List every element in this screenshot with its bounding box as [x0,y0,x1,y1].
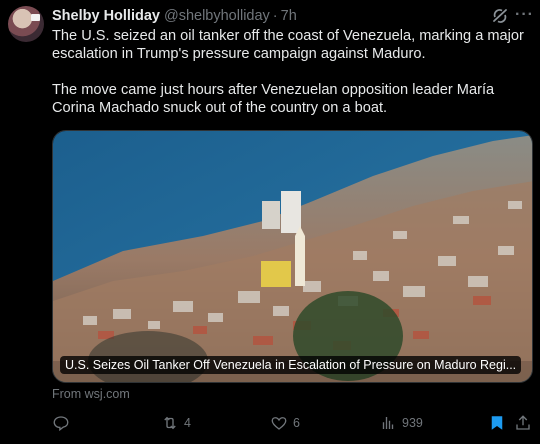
bookmark-icon [491,416,503,430]
reply-icon [53,416,69,432]
tweet-header: Shelby Holliday @shelbyholliday · 7h [52,7,297,25]
like-count: 6 [293,416,300,430]
views-icon [382,417,394,429]
more-icon[interactable]: ··· [515,6,535,26]
share-icon [516,415,530,430]
bookmark-button[interactable] [488,412,506,434]
grok-icon[interactable] [490,6,510,26]
avatar[interactable] [8,6,44,42]
card-source[interactable]: From wsj.com [52,387,130,401]
author-handle[interactable]: @shelbyholliday [164,8,270,24]
share-button[interactable] [514,412,532,434]
repost-button[interactable]: 4 [161,412,191,434]
tweet-paragraph-2: The move came just hours after Venezuela… [52,82,495,116]
repost-count: 4 [184,416,191,430]
card-caption[interactable]: U.S. Seizes Oil Tanker Off Venezuela in … [60,356,522,374]
tweet-text: The U.S. seized an oil tanker off the co… [52,27,536,117]
tweet[interactable]: Shelby Holliday @shelbyholliday · 7h ···… [0,0,540,444]
tweet-paragraph-1: The U.S. seized an oil tanker off the co… [52,28,524,62]
card-image [53,131,532,382]
views-count: 939 [402,416,423,430]
like-icon [271,417,287,430]
link-card[interactable]: U.S. Seizes Oil Tanker Off Venezuela in … [52,130,533,383]
like-button[interactable]: 6 [270,412,300,434]
views-button[interactable]: 939 [379,412,423,434]
tweet-actions: 4 6 939 [52,412,536,434]
reply-button[interactable] [52,412,75,434]
author-name[interactable]: Shelby Holliday [52,8,160,24]
timestamp[interactable]: 7h [281,8,297,24]
repost-icon [164,416,176,430]
separator: · [272,8,278,24]
